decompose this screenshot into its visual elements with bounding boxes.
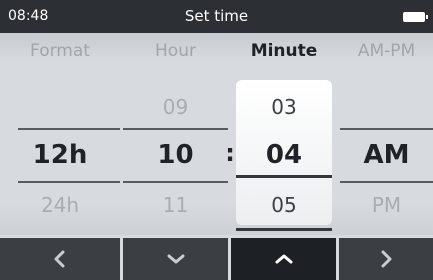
nav-down-button[interactable] — [123, 238, 228, 280]
format-selected[interactable]: 12h — [0, 133, 120, 177]
time-picker: Format 12h 24h Hour 09 10 11 : Minute 03… — [0, 33, 433, 235]
nav-bar — [0, 235, 433, 280]
chevron-right-icon — [381, 250, 392, 268]
hour-selected[interactable]: 10 — [123, 133, 228, 177]
selection-line — [340, 128, 433, 130]
nav-right-button[interactable] — [339, 238, 433, 280]
format-column[interactable]: Format 12h 24h — [0, 33, 120, 235]
minute-prev[interactable]: 03 — [236, 90, 332, 124]
minute-column[interactable]: Minute 03 04 05 — [236, 33, 332, 235]
selection-line — [18, 181, 120, 183]
status-bar: 08:48 Set time — [0, 0, 433, 33]
selection-line — [18, 128, 120, 130]
selection-line — [123, 128, 228, 130]
selection-line — [340, 181, 433, 183]
selection-line — [123, 181, 228, 183]
ampm-next[interactable]: PM — [340, 188, 433, 222]
ampm-header: AM-PM — [357, 41, 416, 61]
hour-column[interactable]: Hour 09 10 11 — [123, 33, 228, 235]
minute-header: Minute — [250, 41, 318, 61]
hour-next[interactable]: 11 — [123, 188, 228, 222]
ampm-column[interactable]: AM-PM AM PM — [340, 33, 433, 235]
hour-header: Hour — [155, 41, 196, 61]
chevron-down-icon — [167, 254, 184, 264]
chevron-left-icon — [54, 250, 65, 268]
minute-selected[interactable]: 04 — [236, 133, 332, 177]
minute-next[interactable]: 05 — [236, 188, 332, 222]
nav-left-button[interactable] — [0, 238, 120, 280]
hour-prev[interactable]: 09 — [123, 90, 228, 124]
format-header: Format — [30, 41, 90, 61]
battery-icon — [403, 12, 428, 22]
ampm-selected[interactable]: AM — [340, 133, 433, 177]
nav-up-button[interactable] — [231, 238, 336, 280]
format-next[interactable]: 24h — [0, 188, 120, 222]
time-separator: : — [225, 139, 235, 167]
screen-title: Set time — [184, 7, 249, 25]
chevron-up-icon — [275, 254, 292, 264]
